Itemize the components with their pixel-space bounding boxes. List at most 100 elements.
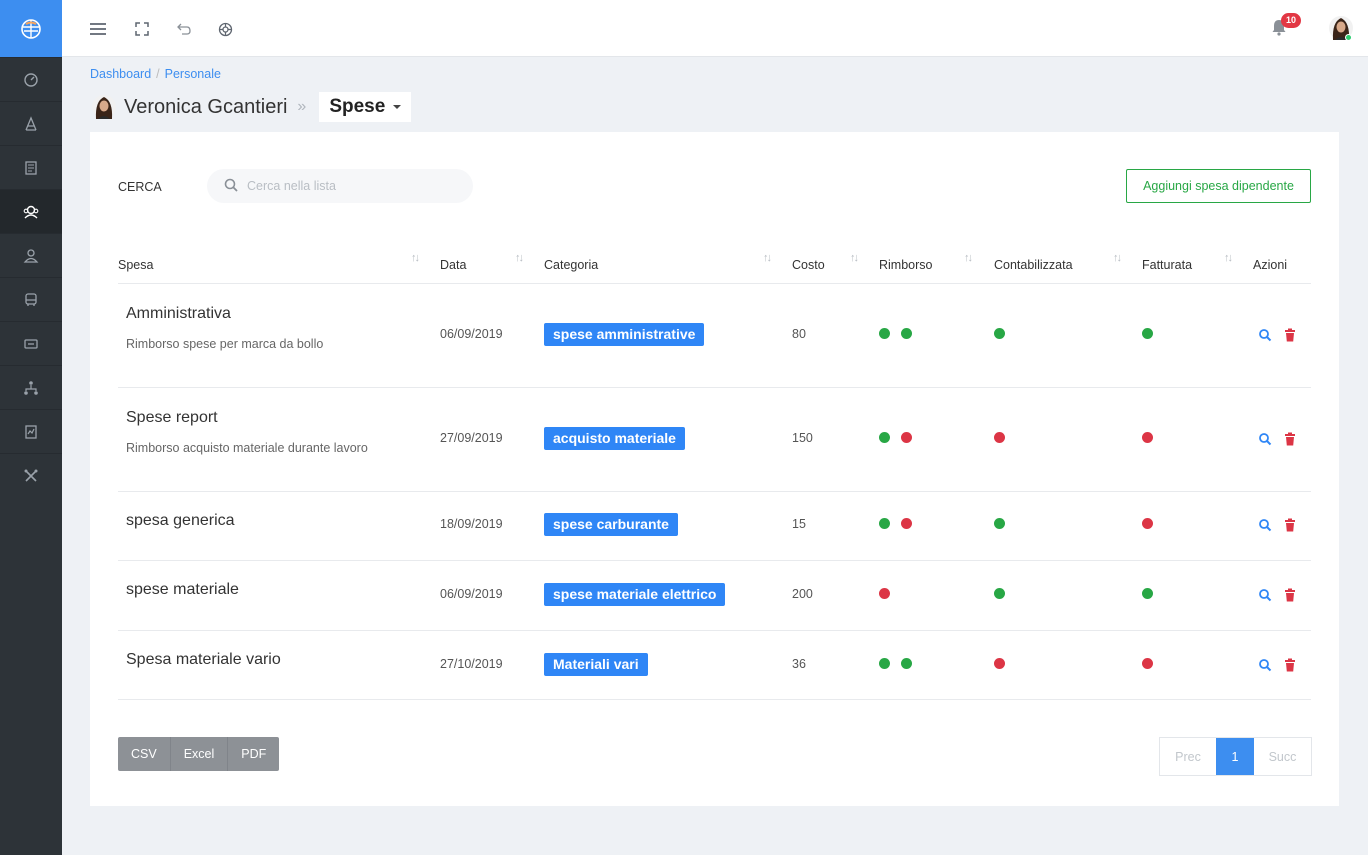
report-icon	[25, 424, 37, 439]
sort-icon[interactable]: ↑↓	[850, 252, 859, 264]
sidebar-item-vehicles[interactable]	[0, 277, 62, 321]
search-icon	[1259, 433, 1272, 446]
rimborso-status-dot	[901, 432, 912, 443]
trash-icon	[1285, 432, 1295, 446]
sidebar-item-text[interactable]	[0, 101, 62, 145]
logo-icon	[21, 18, 41, 39]
contabilizzata-status-dot	[994, 328, 1005, 339]
column-header-fatturata[interactable]: Fatturata	[1142, 258, 1192, 272]
column-header-spesa[interactable]: Spesa	[118, 258, 153, 272]
view-button[interactable]	[1258, 658, 1272, 672]
export-pdf-button[interactable]: PDF	[228, 737, 279, 771]
breadcrumb-personale[interactable]: Personale	[165, 67, 221, 81]
sidebar-item-network[interactable]	[0, 365, 62, 409]
sidebar-item-tickets[interactable]	[0, 321, 62, 365]
menu-button[interactable]	[88, 19, 108, 39]
sort-icon[interactable]: ↑↓	[964, 252, 973, 264]
search-icon	[1259, 329, 1272, 342]
search-label: CERCA	[118, 180, 162, 194]
pagination-page-1[interactable]: 1	[1216, 738, 1254, 775]
search-icon	[1259, 589, 1272, 602]
rimborso-status-dot	[879, 518, 890, 529]
delete-button[interactable]	[1283, 588, 1297, 602]
trash-icon	[1285, 328, 1295, 342]
sidebar-item-team[interactable]	[0, 189, 62, 233]
trash-icon	[1285, 588, 1295, 602]
search-input[interactable]	[247, 169, 457, 203]
expense-date: 06/09/2019	[440, 327, 503, 341]
delete-button[interactable]	[1283, 658, 1297, 672]
sort-icon[interactable]: ↑↓	[1224, 252, 1233, 264]
sidebar	[0, 0, 62, 855]
expense-title[interactable]: Amministrativa	[126, 305, 231, 323]
category-badge: acquisto materiale	[544, 427, 685, 450]
rimborso-status-dot	[901, 658, 912, 669]
view-button[interactable]	[1258, 518, 1272, 532]
add-expense-button[interactable]: Aggiungi spesa dipendente	[1126, 169, 1311, 203]
delete-button[interactable]	[1283, 432, 1297, 446]
undo-button[interactable]	[174, 19, 194, 39]
sidebar-item-documents[interactable]	[0, 145, 62, 189]
expense-date: 27/10/2019	[440, 657, 503, 671]
sidebar-item-users[interactable]	[0, 233, 62, 277]
network-icon	[24, 380, 38, 395]
search-icon	[224, 178, 238, 192]
expense-cost: 36	[792, 657, 806, 671]
vehicle-icon	[25, 292, 37, 306]
topbar: 10	[62, 0, 1368, 57]
tools-icon	[24, 469, 38, 482]
expense-description: Rimborso acquisto materiale durante lavo…	[126, 441, 368, 455]
title-separator: »	[297, 98, 307, 115]
sort-icon[interactable]: ↑↓	[515, 252, 524, 264]
sidebar-item-reports[interactable]	[0, 409, 62, 453]
search-icon	[1259, 659, 1272, 672]
trash-icon	[1285, 518, 1295, 532]
rimborso-status-dot	[879, 328, 890, 339]
sort-icon[interactable]: ↑↓	[411, 252, 420, 264]
pagination-next[interactable]: Succ	[1254, 738, 1311, 775]
expense-title[interactable]: spese materiale	[126, 581, 239, 599]
rimborso-status-dot	[901, 328, 912, 339]
contabilizzata-status-dot	[994, 658, 1005, 669]
sort-icon[interactable]: ↑↓	[763, 252, 772, 264]
sort-icon[interactable]: ↑↓	[1113, 252, 1122, 264]
sidebar-item-tools[interactable]	[0, 453, 62, 497]
table-header: Spesa ↑↓ Data ↑↓ Categoria ↑↓ Costo ↑↓ R…	[118, 248, 1311, 284]
dashboard-icon	[24, 72, 38, 87]
search-box	[207, 169, 473, 203]
delete-button[interactable]	[1283, 518, 1297, 532]
view-button[interactable]	[1258, 432, 1272, 446]
breadcrumb-dashboard[interactable]: Dashboard	[90, 67, 151, 81]
undo-icon	[177, 23, 191, 35]
expense-title[interactable]: Spesa materiale vario	[126, 651, 281, 669]
view-button[interactable]	[1258, 588, 1272, 602]
expense-title[interactable]: Spese report	[126, 409, 218, 427]
column-header-categoria[interactable]: Categoria	[544, 258, 598, 272]
globe-button[interactable]	[215, 19, 235, 39]
fullscreen-icon	[135, 22, 149, 36]
column-header-data[interactable]: Data	[440, 258, 466, 272]
section-select[interactable]: Spese	[319, 92, 412, 122]
logo[interactable]	[0, 0, 62, 57]
fullscreen-button[interactable]	[132, 19, 152, 39]
delete-button[interactable]	[1283, 328, 1297, 342]
rimborso-status-dot	[879, 432, 890, 443]
export-excel-button[interactable]: Excel	[171, 737, 229, 771]
export-csv-button[interactable]: CSV	[118, 737, 171, 771]
trash-icon	[1285, 658, 1295, 672]
employee-avatar	[92, 95, 116, 119]
view-button[interactable]	[1258, 328, 1272, 342]
expense-cost: 200	[792, 587, 813, 601]
rimborso-status-dot	[879, 658, 890, 669]
ticket-icon	[24, 338, 38, 349]
column-header-contabilizzata[interactable]: Contabilizzata	[994, 258, 1073, 272]
column-header-rimborso[interactable]: Rimborso	[879, 258, 933, 272]
pagination-prev[interactable]: Prec	[1160, 738, 1216, 775]
column-header-costo[interactable]: Costo	[792, 258, 825, 272]
sidebar-item-dashboard[interactable]	[0, 57, 62, 101]
table-row: Spese report Rimborso acquisto materiale …	[118, 388, 1311, 492]
notification-badge: 10	[1281, 13, 1302, 28]
expense-title[interactable]: spesa generica	[126, 512, 235, 530]
contabilizzata-status-dot	[994, 518, 1005, 529]
export-buttons: CSV Excel PDF	[118, 737, 280, 771]
